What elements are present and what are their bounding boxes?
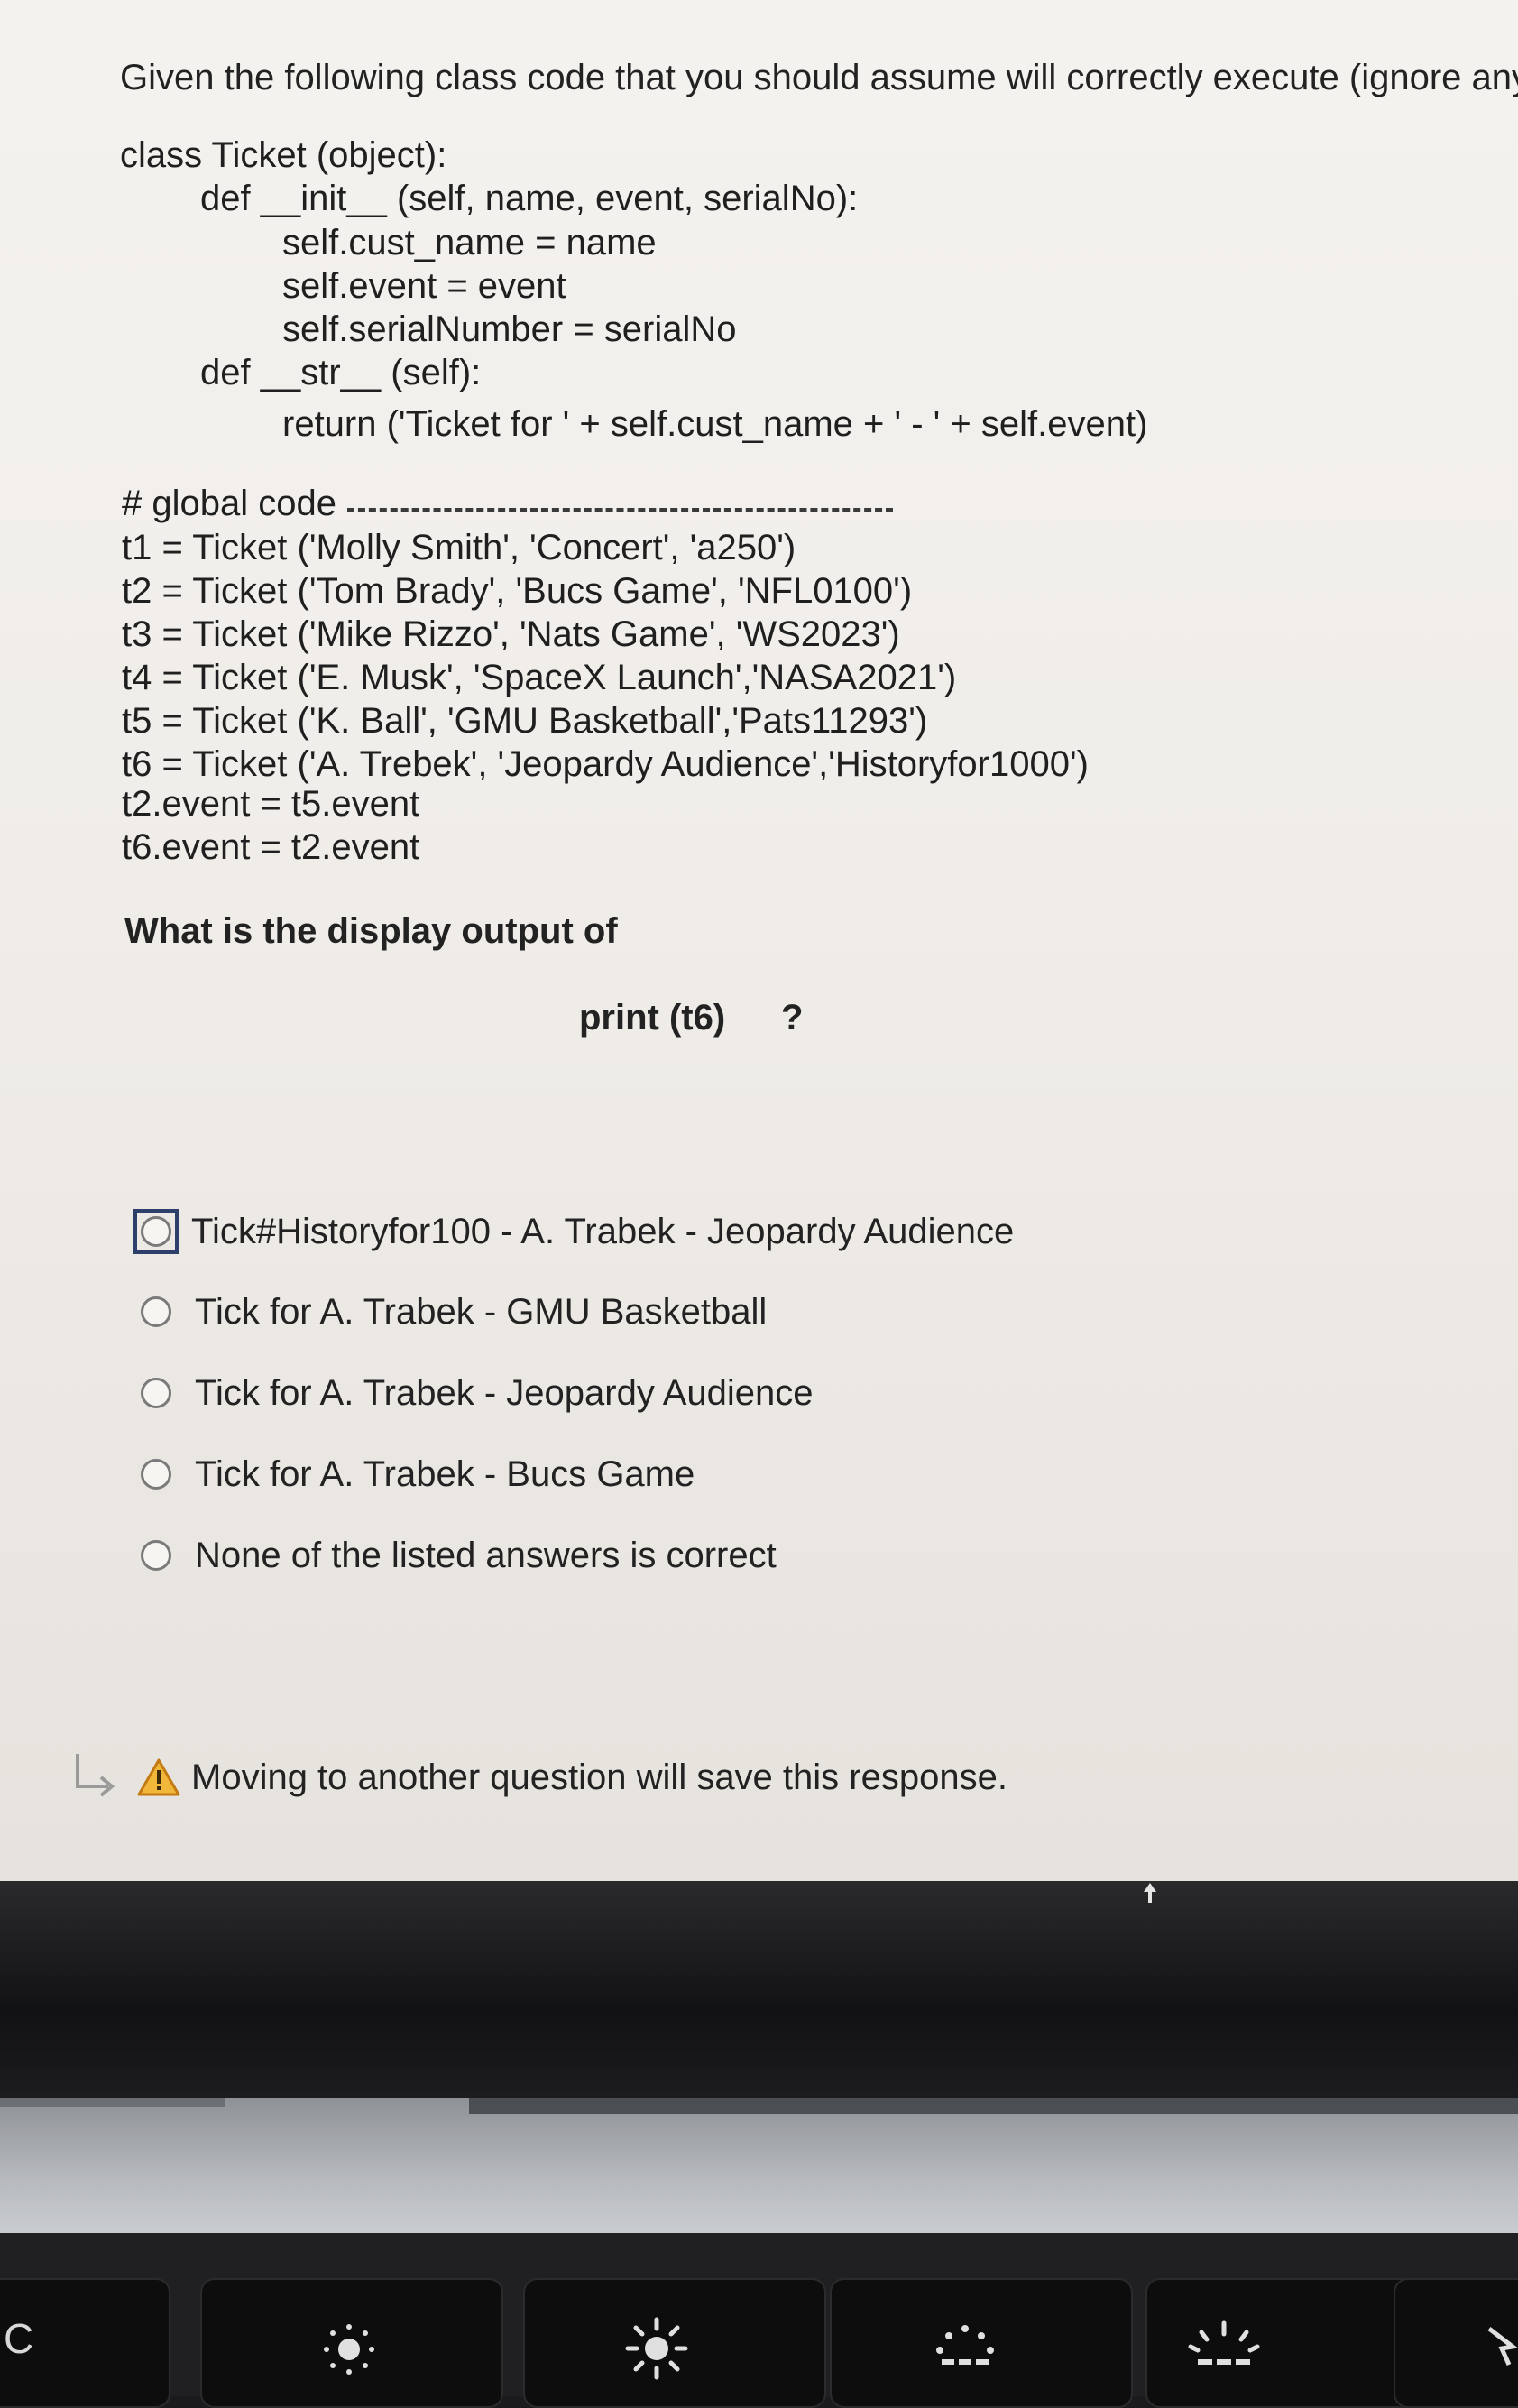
keyboard-light-down-icon [936,2325,994,2365]
return-arrow-icon [76,1754,115,1797]
radio-button-4[interactable] [133,1452,179,1497]
print-statement: print (t6) [579,998,726,1038]
radio-circle-icon [141,1378,171,1408]
code-line-assign-t2: t2.event = t5.event [122,784,420,824]
comment-dash-divider [347,508,893,512]
save-notice-text: Moving to another question will save thi… [191,1757,1007,1797]
code-line-return: return ('Ticket for ' + self.cust_name +… [282,404,1148,444]
radio-button-1[interactable] [133,1209,179,1254]
code-line-serial: self.serialNumber = serialNo [282,309,737,349]
next-touchbar-key[interactable] [1394,2278,1518,2408]
radio-circle-icon [141,1296,171,1327]
code-line-assign-t6: t6.event = t2.event [122,827,420,867]
answer-option-3[interactable]: Tick for A. Trabek - Jeopardy Audience [133,1368,814,1418]
answer-option-4[interactable]: Tick for A. Trabek - Bucs Game [133,1449,695,1499]
code-line-class: class Ticket (object): [120,135,447,175]
radio-circle-icon [141,1459,171,1490]
keyboard-light-down-key[interactable] [830,2278,1133,2408]
code-line-custname: self.cust_name = name [282,223,657,263]
exam-screen: Given the following class code that you … [0,0,1518,1881]
radio-button-2[interactable] [133,1289,179,1334]
partial-key-icon [1487,2327,1518,2366]
code-line-t4: t4 = Ticket ('E. Musk', 'SpaceX Launch',… [122,658,957,697]
save-notice: Moving to another question will save thi… [72,1750,1007,1804]
question-prompt: What is the display output of [124,911,618,951]
keyboard-light-up-icon [1188,2320,1260,2365]
warning-icon [137,1758,180,1796]
laptop-bezel [0,1881,1518,2098]
radio-button-5[interactable] [133,1533,179,1578]
answer-option-2[interactable]: Tick for A. Trabek - GMU Basketball [133,1287,767,1337]
answer-option-label: Tick for A. Trabek - Bucs Game [195,1453,695,1494]
brightness-down-key[interactable] [200,2278,503,2408]
answer-option-label: None of the listed answers is correct [195,1535,777,1575]
code-line-global-comment: # global code [122,484,336,523]
brightness-down-icon [324,2324,374,2375]
code-line-t2: t2 = Ticket ('Tom Brady', 'Bucs Game', '… [122,571,913,611]
esc-key[interactable]: C [0,2278,170,2408]
radio-circle-icon [141,1216,171,1247]
code-line-t6: t6 = Ticket ('A. Trebek', 'Jeopardy Audi… [122,744,1089,784]
answer-option-label: Tick for A. Trabek - GMU Basketball [195,1291,768,1332]
answer-option-1[interactable]: Tick#Historyfor100 - A. Trabek - Jeopard… [133,1206,1014,1257]
answer-option-label: Tick#Historyfor100 - A. Trabek - Jeopard… [191,1211,1015,1251]
esc-key-label: C [4,2315,34,2362]
radio-circle-icon [141,1540,171,1571]
question-intro: Given the following class code that you … [120,58,1518,97]
code-line-init: def __init__ (self, name, event, serialN… [200,179,859,218]
code-line-t3: t3 = Ticket ('Mike Rizzo', 'Nats Game', … [122,614,900,654]
code-line-event: self.event = event [282,266,566,306]
code-line-str: def __str__ (self): [200,353,482,392]
radio-button-3[interactable] [133,1370,179,1416]
question-mark: ? [781,998,804,1038]
laptop-hinge [0,2098,1518,2233]
brightness-up-key[interactable] [523,2278,826,2408]
code-line-t5: t5 = Ticket ('K. Ball', 'GMU Basketball'… [122,701,928,741]
brightness-up-icon [625,2317,688,2380]
answer-option-5[interactable]: None of the listed answers is correct [133,1530,777,1581]
cursor-arrow-icon [1144,1883,1156,1903]
code-line-t1: t1 = Ticket ('Molly Smith', 'Concert', '… [122,528,796,567]
answer-option-label: Tick for A. Trabek - Jeopardy Audience [195,1372,814,1413]
